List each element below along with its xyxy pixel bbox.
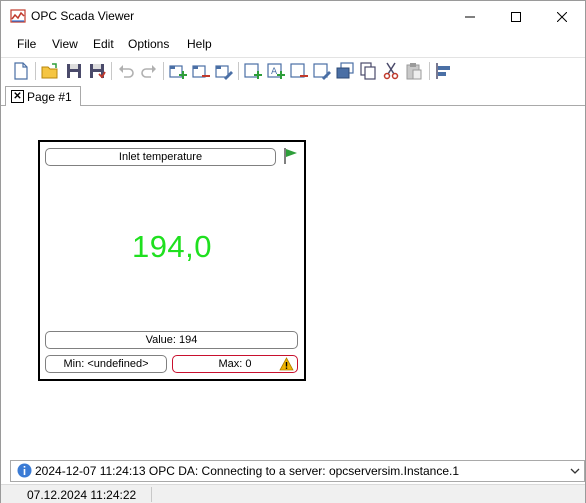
toolbar-separator: [163, 62, 164, 80]
new-icon: [14, 62, 28, 80]
status-message: 2024-12-07 11:24:13 OPC DA: Connecting t…: [35, 464, 460, 478]
menu-view[interactable]: View: [52, 37, 78, 51]
menu-file[interactable]: File: [17, 37, 36, 51]
cut-icon: [383, 62, 399, 80]
menu-options[interactable]: Options: [128, 37, 169, 51]
align-icon: [436, 63, 450, 79]
paste-button[interactable]: [404, 61, 424, 81]
gauge-widget[interactable]: Inlet temperature 194,0 Value: 194 Min: …: [38, 140, 306, 381]
app-window: OPC Scada Viewer File View Edit Options …: [0, 0, 586, 503]
copy-button[interactable]: [358, 61, 378, 81]
bring-front-icon: [336, 62, 354, 79]
copy-icon: [360, 62, 376, 80]
new-button[interactable]: [11, 61, 31, 81]
flag-icon[interactable]: [283, 147, 299, 165]
min-label: Min: <undefined>: [45, 355, 167, 373]
menu-help[interactable]: Help: [187, 37, 212, 51]
tab-label: Page #1: [27, 90, 72, 104]
tab-strip: ✕ Page #1: [1, 85, 585, 106]
minimize-button[interactable]: [447, 1, 493, 32]
rename-page-button[interactable]: [214, 61, 234, 81]
tab-close-icon[interactable]: ✕: [11, 90, 24, 103]
redo-icon: [141, 65, 156, 78]
undo-button[interactable]: [116, 61, 136, 81]
bring-front-button[interactable]: [335, 61, 355, 81]
undo-icon: [119, 65, 134, 78]
app-icon: [10, 8, 26, 24]
redo-button[interactable]: [139, 61, 159, 81]
minimize-icon: [465, 16, 475, 17]
title-bar[interactable]: OPC Scada Viewer: [1, 1, 585, 32]
remove-page-button[interactable]: [191, 61, 211, 81]
add-text-icon: A: [267, 63, 285, 79]
close-icon: [557, 11, 567, 22]
value-label: Value: 194: [45, 331, 298, 349]
max-label: Max: 0: [218, 358, 252, 370]
toolbar-separator: [35, 62, 36, 80]
open-icon: [41, 63, 58, 79]
maximize-icon: [511, 11, 521, 22]
add-item-button[interactable]: [243, 61, 263, 81]
value-display: 194,0: [131, 229, 213, 264]
rename-page-icon: [215, 65, 233, 80]
status-bar: 07.12.2024 11:24:22: [1, 484, 585, 503]
max-label-box: Max: 0: [172, 355, 298, 373]
add-text-button[interactable]: A: [266, 61, 286, 81]
remove-page-icon: [192, 65, 210, 78]
open-button[interactable]: [40, 61, 60, 81]
add-item-icon: [244, 63, 262, 79]
warning-icon: [279, 357, 294, 371]
toolbar-separator: [238, 62, 239, 80]
tab-page-1[interactable]: ✕ Page #1: [5, 86, 81, 106]
svg-text:A: A: [271, 67, 278, 77]
add-page-icon: [169, 65, 187, 79]
toolbar-separator: [429, 62, 430, 80]
toolbar: A: [1, 57, 585, 84]
save-icon: [67, 64, 81, 78]
paste-icon: [406, 63, 422, 80]
maximize-button[interactable]: [493, 1, 539, 32]
status-separator: [151, 487, 152, 502]
status-message-box[interactable]: 2024-12-07 11:24:13 OPC DA: Connecting t…: [10, 460, 585, 482]
status-datetime: 07.12.2024 11:24:22: [27, 488, 137, 502]
remove-item-icon: [290, 63, 308, 78]
info-icon: [17, 463, 32, 478]
menu-edit[interactable]: Edit: [93, 37, 114, 51]
align-button[interactable]: [434, 61, 454, 81]
toolbar-separator: [111, 62, 112, 80]
remove-item-button[interactable]: [289, 61, 309, 81]
widget-title: Inlet temperature: [45, 148, 276, 166]
chevron-down-icon[interactable]: [568, 464, 582, 478]
close-button[interactable]: [539, 1, 585, 32]
edit-item-icon: [313, 63, 331, 80]
window-title: OPC Scada Viewer: [31, 9, 135, 23]
save-all-icon: [90, 64, 106, 79]
save-button[interactable]: [64, 61, 84, 81]
menu-bar: File View Edit Options Help: [1, 32, 585, 56]
add-page-button[interactable]: [168, 61, 188, 81]
cut-button[interactable]: [381, 61, 401, 81]
edit-item-button[interactable]: [312, 61, 332, 81]
save-all-button[interactable]: [87, 61, 107, 81]
